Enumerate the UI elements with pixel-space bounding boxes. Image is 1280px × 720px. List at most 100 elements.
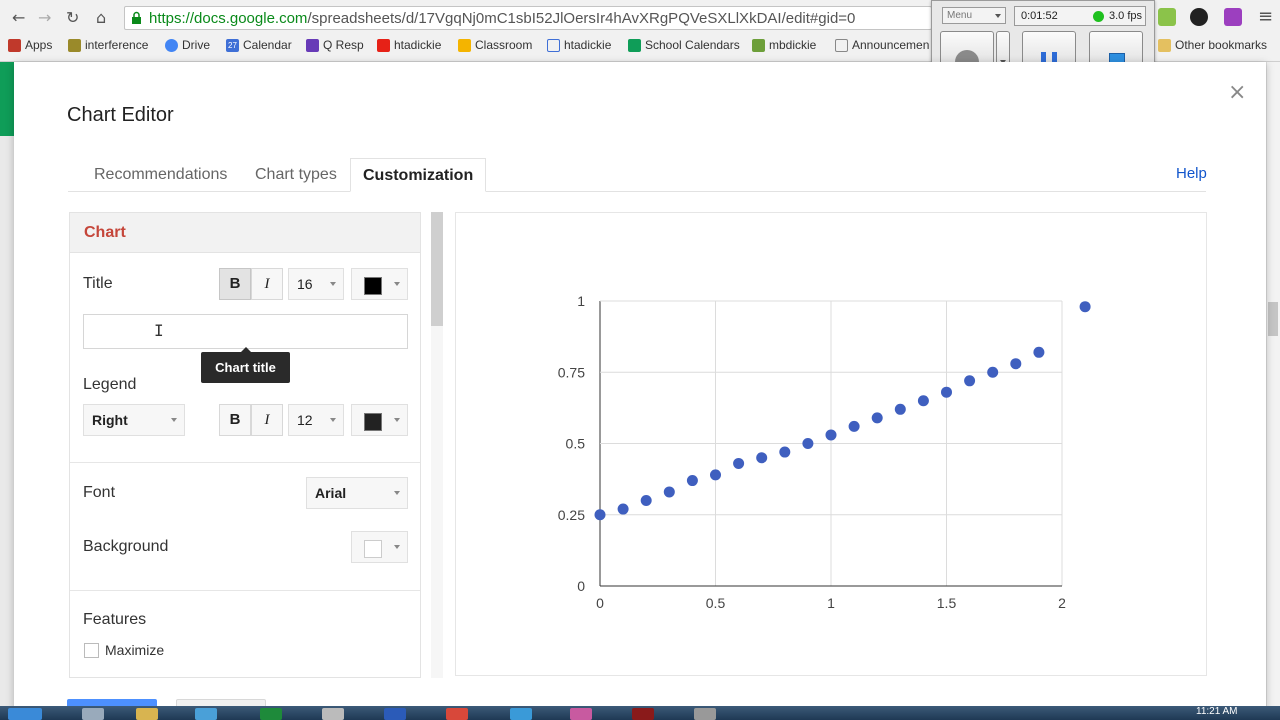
font-label: Font bbox=[83, 484, 116, 501]
bookmark-icon bbox=[752, 38, 765, 52]
divider bbox=[70, 590, 420, 591]
y-tick-label: 0 bbox=[577, 578, 585, 594]
taskbar-word-icon[interactable] bbox=[384, 708, 406, 720]
title-bold-button[interactable]: B bbox=[219, 268, 251, 300]
scatter-chart: 0 0.5 1 1.5 2 0 0.25 0.5 0.75 1 bbox=[558, 293, 1091, 611]
help-link[interactable]: Help bbox=[1176, 165, 1207, 182]
bookmark-q-resp[interactable]: Q Resp bbox=[306, 38, 364, 52]
panel-scrollbar[interactable] bbox=[431, 212, 443, 678]
tab-recommendations[interactable]: Recommendations bbox=[82, 158, 239, 192]
close-icon[interactable]: × bbox=[1228, 80, 1246, 105]
data-point bbox=[710, 469, 721, 481]
legend-italic-button[interactable]: I bbox=[251, 404, 283, 436]
bookmark-htadickie-1[interactable]: htadickie bbox=[377, 38, 441, 52]
url-text: https://docs.google.com/spreadsheets/d/1… bbox=[149, 10, 855, 27]
taskbar-outlook-icon[interactable] bbox=[195, 708, 217, 720]
extension-camera-icon[interactable] bbox=[1190, 8, 1208, 26]
bookmark-calendar[interactable]: 27 Calendar bbox=[226, 38, 292, 52]
bookmark-mbdickie[interactable]: mbdickie bbox=[752, 38, 816, 52]
x-tick-label: 2 bbox=[1058, 595, 1066, 611]
bookmark-htadickie-2[interactable]: htadickie bbox=[547, 38, 611, 52]
sheet-scrollbar[interactable] bbox=[1266, 62, 1280, 710]
menu-icon[interactable]: ≡ bbox=[1258, 6, 1273, 27]
data-point bbox=[594, 509, 606, 521]
bookmark-icon bbox=[547, 38, 560, 52]
start-button-icon[interactable] bbox=[8, 708, 42, 720]
data-point bbox=[825, 429, 837, 441]
y-tick-label: 1 bbox=[577, 293, 585, 309]
classroom-icon bbox=[458, 38, 471, 52]
title-font-size-select[interactable]: 16 bbox=[288, 268, 344, 300]
address-bar[interactable]: https://docs.google.com/spreadsheets/d/1… bbox=[124, 6, 932, 30]
taskbar-app-icon[interactable] bbox=[694, 708, 716, 720]
customization-panel: Chart Title B I 16 I Chart title Legend … bbox=[69, 212, 421, 678]
chevron-down-icon bbox=[394, 491, 400, 495]
bookmark-interference[interactable]: interference bbox=[68, 38, 148, 52]
chart-editor-dialog: Chart Editor × Recommendations Chart typ… bbox=[14, 62, 1266, 713]
data-point bbox=[871, 412, 883, 424]
tab-customization[interactable]: Customization bbox=[350, 158, 487, 192]
taskbar-chrome-icon[interactable] bbox=[446, 708, 468, 720]
back-icon[interactable]: ← bbox=[12, 8, 25, 27]
home-icon[interactable]: ⌂ bbox=[96, 8, 106, 27]
text-cursor-icon: I bbox=[154, 321, 164, 340]
title-color-select[interactable] bbox=[351, 268, 408, 300]
reload-icon[interactable]: ↻ bbox=[66, 8, 79, 27]
legend-color-select[interactable] bbox=[351, 404, 408, 436]
lock-icon bbox=[132, 11, 141, 24]
color-swatch bbox=[364, 413, 382, 431]
legend-position-select[interactable]: Right bbox=[83, 404, 185, 436]
taskbar-app-icon[interactable] bbox=[570, 708, 592, 720]
forward-icon[interactable]: → bbox=[38, 8, 51, 27]
data-point bbox=[894, 403, 906, 415]
forms-icon bbox=[306, 38, 319, 52]
chevron-down-icon bbox=[995, 14, 1001, 18]
taskbar-app-icon[interactable] bbox=[632, 708, 654, 720]
taskbar-folder-icon[interactable] bbox=[136, 708, 158, 720]
system-clock: 11:21 AM bbox=[1196, 706, 1238, 717]
data-point bbox=[663, 486, 675, 498]
bookmark-classroom[interactable]: Classroom bbox=[458, 38, 532, 52]
font-family-select[interactable]: Arial bbox=[306, 477, 408, 509]
bookmark-drive[interactable]: Drive bbox=[165, 38, 210, 52]
background-color-select[interactable] bbox=[351, 531, 408, 563]
chart-title-input[interactable] bbox=[83, 314, 408, 349]
recorder-fps: 3.0 fps bbox=[1109, 10, 1143, 22]
url-host: https://docs.google.com bbox=[149, 10, 308, 27]
title-italic-button[interactable]: I bbox=[251, 268, 283, 300]
other-bookmarks[interactable]: Other bookmarks bbox=[1158, 38, 1267, 52]
chevron-down-icon bbox=[330, 418, 336, 422]
background-label: Background bbox=[83, 538, 169, 555]
y-tick-label: 0.5 bbox=[566, 436, 586, 452]
tab-chart-types[interactable]: Chart types bbox=[243, 158, 349, 192]
chevron-down-icon bbox=[171, 418, 177, 422]
maximize-label: Maximize bbox=[105, 642, 165, 658]
bookmark-apps[interactable]: Apps bbox=[8, 38, 52, 52]
youtube-icon bbox=[377, 38, 390, 52]
sheet-scrollbar-thumb[interactable] bbox=[1268, 302, 1278, 336]
taskbar-app-icon[interactable] bbox=[82, 708, 104, 720]
bookmark-icon bbox=[68, 38, 81, 52]
section-title: Chart bbox=[84, 224, 126, 241]
features-label: Features bbox=[83, 611, 147, 628]
recorder-status: 0:01:52 3.0 fps bbox=[1014, 6, 1146, 26]
status-dot-icon bbox=[1093, 11, 1104, 22]
recorder-menu[interactable]: Menu bbox=[942, 7, 1006, 24]
legend-font-size-select[interactable]: 12 bbox=[288, 404, 344, 436]
data-point bbox=[756, 452, 768, 464]
data-point bbox=[802, 438, 814, 449]
bookmark-school-calendars[interactable]: School Calendars bbox=[628, 38, 740, 52]
taskbar-ie-icon[interactable] bbox=[510, 708, 532, 720]
extension-puzzle-icon[interactable] bbox=[1224, 8, 1242, 26]
taskbar-app-icon[interactable] bbox=[322, 708, 344, 720]
panel-scrollbar-thumb[interactable] bbox=[431, 212, 443, 326]
title-label: Title bbox=[83, 275, 113, 292]
legend-bold-button[interactable]: B bbox=[219, 404, 251, 436]
taskbar-excel-icon[interactable] bbox=[260, 708, 282, 720]
bookmark-announcements[interactable]: Announcemen bbox=[835, 38, 929, 52]
recorder-time: 0:01:52 bbox=[1021, 10, 1058, 22]
extension-clipboard-icon[interactable] bbox=[1158, 8, 1176, 26]
maximize-checkbox[interactable] bbox=[84, 643, 99, 658]
page-icon bbox=[835, 38, 848, 52]
section-header-chart[interactable]: Chart bbox=[70, 213, 420, 253]
